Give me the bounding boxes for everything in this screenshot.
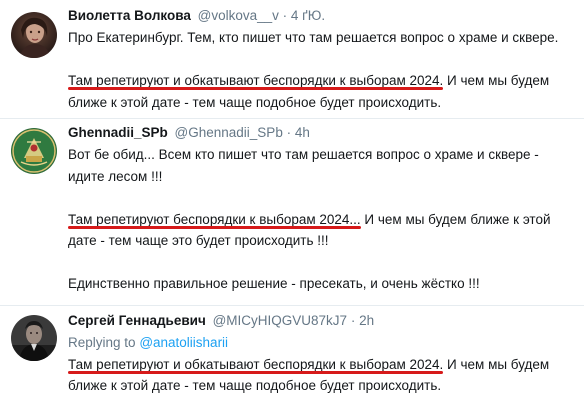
author-name[interactable]: Ghennadii_SPb <box>68 125 168 140</box>
avatar[interactable] <box>11 12 57 58</box>
replying-to-label: Replying to <box>68 335 136 350</box>
separator-dot: · <box>350 313 356 328</box>
tweet[interactable]: Сергей Геннадьевич @MICyHIQGVU87kJ7 · 2h… <box>0 305 584 419</box>
red-underline-annotation <box>68 370 444 374</box>
timestamp[interactable]: 4 ґЮ. <box>291 8 325 23</box>
tweet-line: Единственно правильное решение - пресека… <box>68 276 480 291</box>
author-handle[interactable]: @volkova__v <box>198 8 279 23</box>
tweet-line: Там репетируют и обкатывают беспорядки к… <box>68 73 550 90</box>
author-name[interactable]: Виолетта Волкова <box>68 8 191 23</box>
tweet-line: идите лесом !!! <box>68 168 163 184</box>
tweet-line: Там репетируют и обкатывают беспорядки к… <box>68 356 550 374</box>
tweet-text: Вот бе обид... Всем кто пишет что там ре… <box>68 144 574 295</box>
tweet[interactable]: Ghennadii_SPb @Ghennadii_SPb · 4h Вот бе… <box>0 118 584 304</box>
replying-to: Replying to @anatoliisharii <box>68 332 574 354</box>
red-underline-annotation <box>68 225 361 229</box>
tweet-line: дате - тем чаще это будет происходить !!… <box>68 233 329 248</box>
tweet-text: Про Екатеринбург. Тем, кто пишет что там… <box>68 27 574 113</box>
avatar[interactable] <box>11 315 57 361</box>
tweet[interactable]: Виолетта Волкова @volkova__v · 4 ґЮ. Про… <box>0 0 584 117</box>
tweet-line: Про Екатеринбург. Тем, кто пишет что там… <box>68 30 559 45</box>
tweet-text: Replying to @anatoliisharii Там репетиру… <box>68 332 574 397</box>
tweet-line: Там репетируют беспорядки к выборам 2024… <box>68 211 551 229</box>
timestamp[interactable]: 2h <box>359 313 374 328</box>
timestamp[interactable]: 4h <box>295 125 310 140</box>
replying-to-handle[interactable]: @anatoliisharii <box>139 335 228 350</box>
red-underline-annotation <box>68 87 444 90</box>
separator-dot: · <box>286 125 292 140</box>
highlighted-text: Там репетируют и обкатывают беспорядки к… <box>68 356 444 374</box>
separator-dot: · <box>282 8 288 23</box>
highlighted-text: Там репетируют и обкатывают беспорядки к… <box>68 73 444 90</box>
avatar[interactable] <box>11 128 57 174</box>
author-handle[interactable]: @Ghennadii_SPb <box>175 125 283 140</box>
tweet-line: ближе к этой дате - тем чаще подобное бу… <box>68 378 442 393</box>
author-name[interactable]: Сергей Геннадьевич <box>68 313 206 328</box>
highlighted-text: Там репетируют беспорядки к выборам 2024… <box>68 211 361 229</box>
tweet-line: ближе к этой дате - тем чаще подобное бу… <box>68 94 442 110</box>
tweet-line: Вот бе обид... Всем кто пишет что там ре… <box>68 147 539 162</box>
author-handle[interactable]: @MICyHIQGVU87kJ7 <box>213 313 347 328</box>
